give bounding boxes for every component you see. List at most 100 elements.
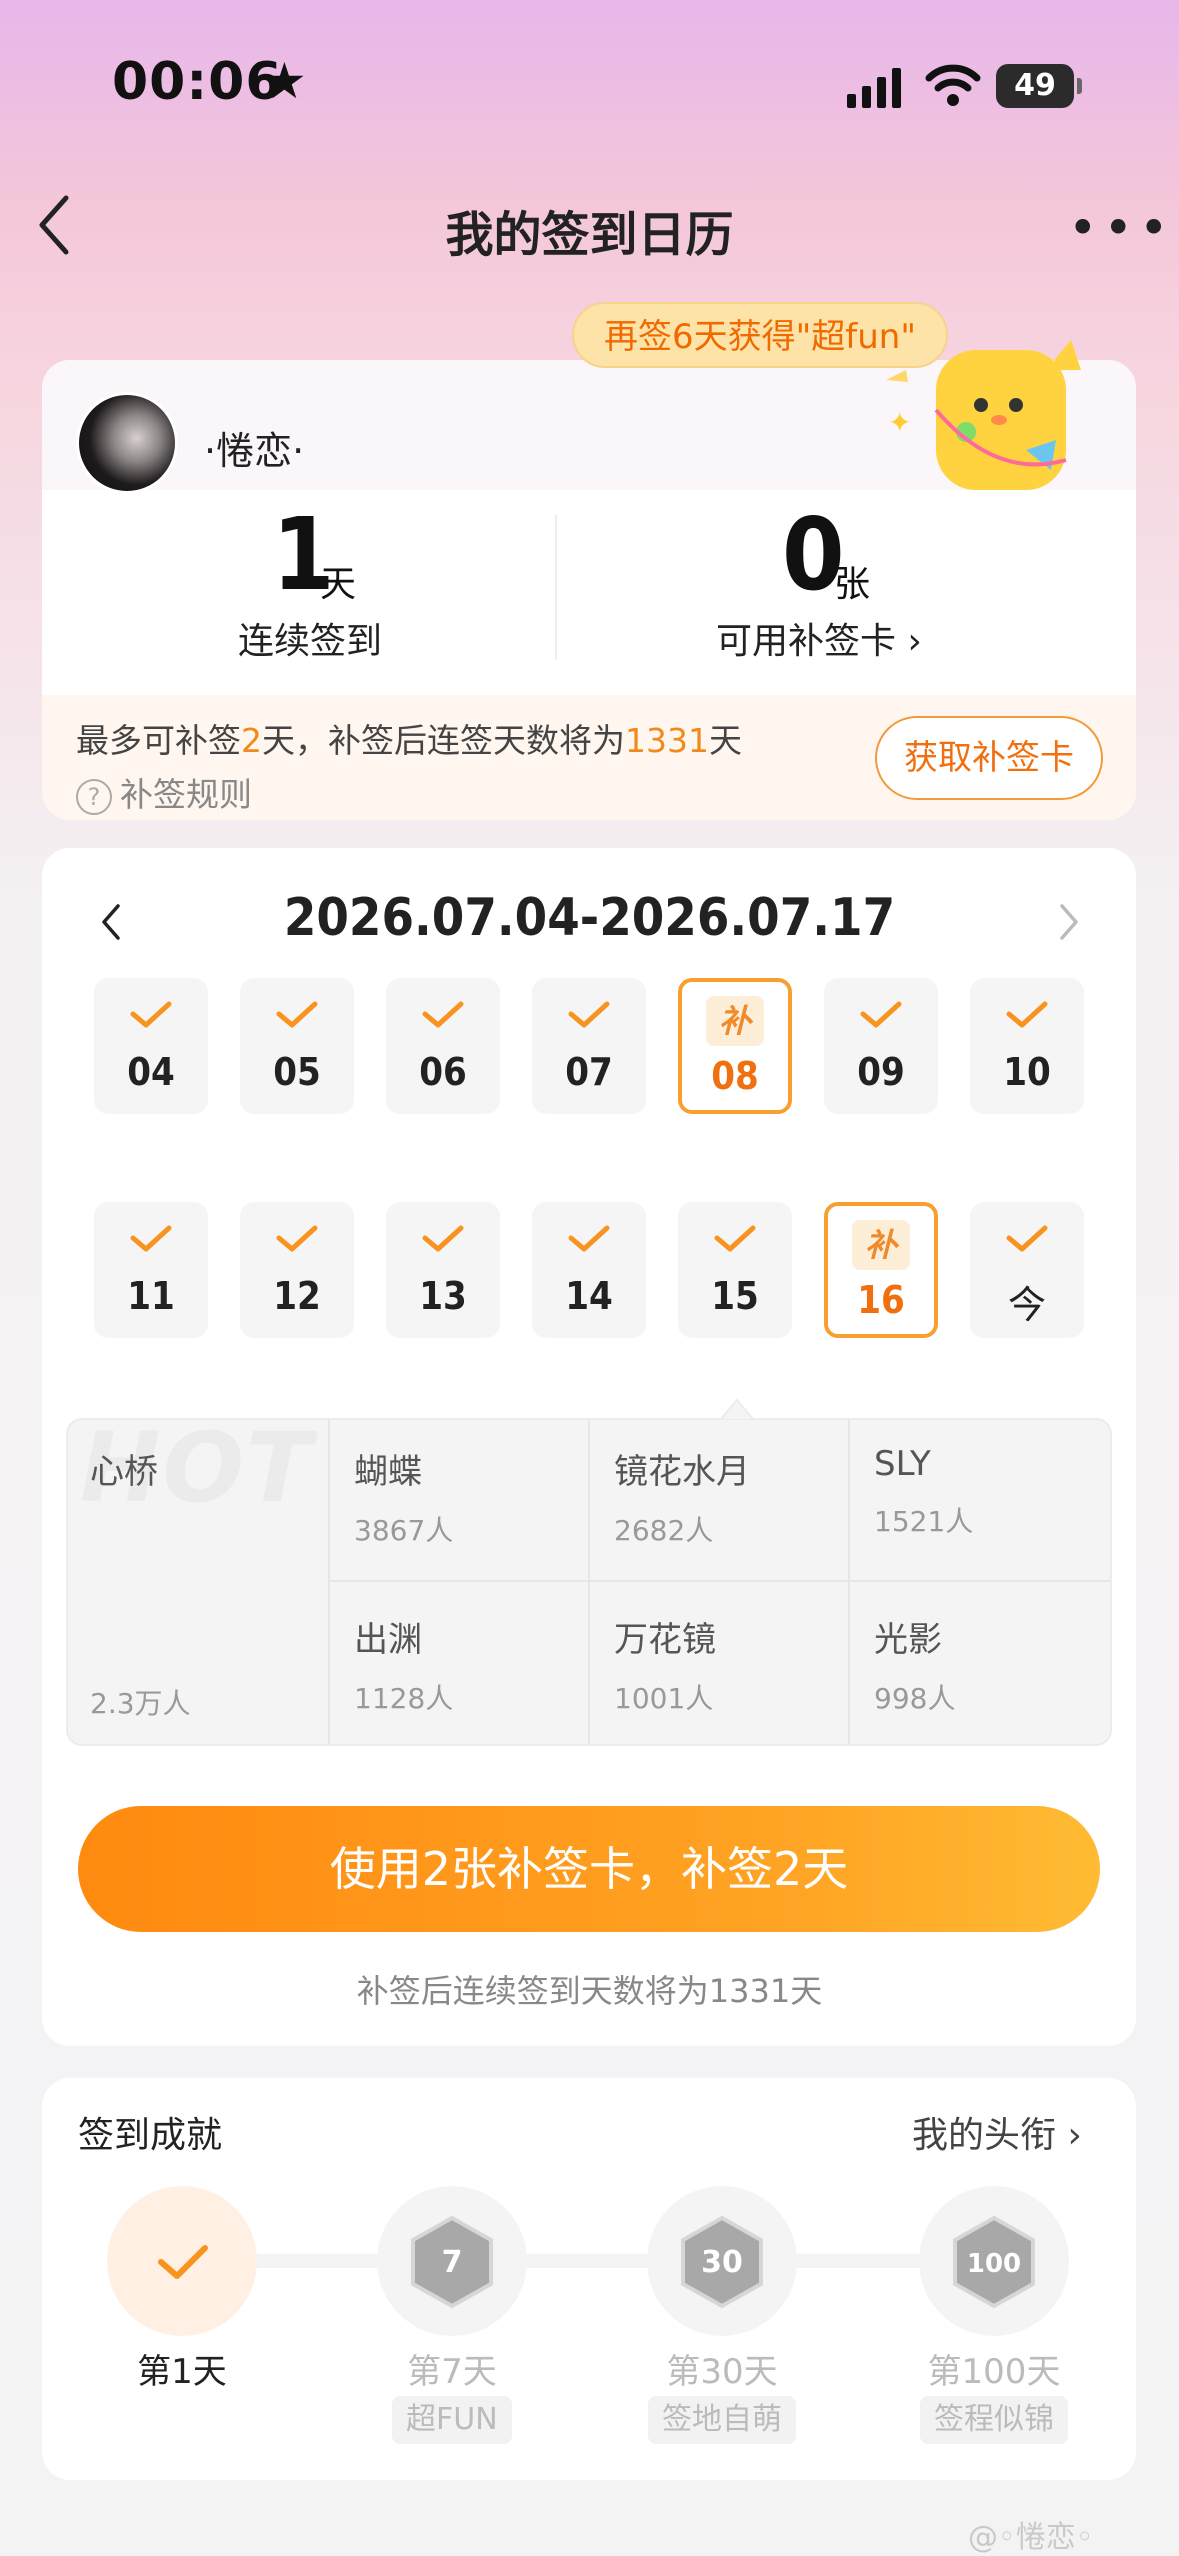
calendar-day-label: 06 <box>419 1050 467 1094</box>
checkmark-icon <box>422 1225 464 1252</box>
streak-label: 连续签到 <box>238 621 383 662</box>
mascot-icon: ✦ <box>886 340 1081 490</box>
my-titles-link[interactable]: 我的头衔 › <box>912 2106 1082 2158</box>
makeup-badge: 补 <box>852 1220 910 1270</box>
hot-first-count: 2.3万人 <box>90 1687 191 1720</box>
calendar-day-11[interactable]: 11 <box>94 1202 208 1338</box>
calendar-day-08[interactable]: 补 08 <box>678 978 792 1114</box>
svg-text:30: 30 <box>701 2245 743 2280</box>
makeup-rules-link[interactable]: ? 补签规则 <box>76 768 252 816</box>
achievement-label: 第30天 <box>666 2352 778 2392</box>
makeup-result-note: 补签后连续签到天数将为1331天 <box>356 1972 823 2010</box>
calendar-day-13[interactable]: 13 <box>386 1202 500 1338</box>
hot-title-item[interactable]: 镜花水月 2682人 <box>614 1444 844 1549</box>
hot-divider <box>330 1580 1110 1582</box>
checkmark-icon <box>714 1225 756 1252</box>
calendar-day-07[interactable]: 07 <box>532 978 646 1114</box>
calendar-day-label: 12 <box>273 1274 321 1318</box>
calendar-day-16[interactable]: 补 16 <box>824 1202 938 1338</box>
calendar-day-label: 15 <box>711 1274 759 1318</box>
calendar-day-12[interactable]: 12 <box>240 1202 354 1338</box>
achievement-badge-3[interactable]: 30 <box>647 2186 797 2336</box>
calendar-day-label: 今 <box>1007 1283 1046 1327</box>
date-range: 2026.07.04-2026.07.17 <box>283 888 896 948</box>
hot-title-name: 出渊 <box>354 1620 422 1660</box>
info-suffix: 天 <box>708 721 742 760</box>
streak-unit: 天 <box>320 564 357 605</box>
achievement-title-tag: 超FUN <box>392 2396 512 2444</box>
battery-icon: 49 <box>996 64 1082 108</box>
hot-title-item[interactable]: 万花镜 1001人 <box>614 1612 844 1717</box>
rules-label: 补签规则 <box>120 775 252 814</box>
info-prefix: 最多可补签 <box>76 721 241 760</box>
makeup-card-unit: 张 <box>834 564 871 605</box>
question-icon: ? <box>76 778 112 815</box>
more-menu-button[interactable]: ••• <box>1068 203 1174 253</box>
makeup-card-label-link[interactable]: 可用补签卡 › <box>716 612 922 664</box>
calendar-day-04[interactable]: 04 <box>94 978 208 1114</box>
stats-divider <box>555 515 557 660</box>
calendar-day-label: 05 <box>273 1050 321 1094</box>
hot-divider <box>328 1420 330 1744</box>
pointer-arrow-icon <box>720 1398 754 1420</box>
makeup-badge: 补 <box>706 996 764 1046</box>
achievement-badge-4[interactable]: 100 <box>919 2186 1069 2336</box>
star-icon: ★ <box>262 52 307 110</box>
hot-first-name: 心桥 <box>90 1452 158 1492</box>
page-title: 我的签到日历 <box>445 207 734 263</box>
achievement-badge-2[interactable]: 7 <box>377 2186 527 2336</box>
achievement-label: 第7天 <box>407 2352 497 2392</box>
hot-title-name: SLY <box>874 1444 931 1484</box>
hot-title-count: 1001人 <box>614 1682 714 1715</box>
username: ·惓恋· <box>204 429 305 473</box>
svg-text:100: 100 <box>967 2249 1021 2279</box>
calendar-day-today[interactable]: 今 <box>970 1202 1084 1338</box>
svg-text:✦: ✦ <box>888 406 911 439</box>
hot-title-count: 1521人 <box>874 1505 974 1538</box>
achievement-label: 第1天 <box>137 2352 227 2392</box>
calendar-day-label: 14 <box>565 1274 613 1318</box>
hot-title-name: 光影 <box>874 1620 942 1660</box>
checkmark-icon <box>568 1225 610 1252</box>
use-makeup-cards-button[interactable]: 使用2张补签卡，补签2天 <box>78 1806 1100 1932</box>
calendar-day-06[interactable]: 06 <box>386 978 500 1114</box>
calendar-day-15[interactable]: 15 <box>678 1202 792 1338</box>
hot-divider <box>848 1420 850 1744</box>
hot-title-item[interactable]: 光影 998人 <box>874 1612 1104 1717</box>
calendar-day-label: 08 <box>711 1054 759 1098</box>
calendar-day-05[interactable]: 05 <box>240 978 354 1114</box>
info-mid: 天，补签后连签天数将为 <box>262 721 625 760</box>
calendar-day-14[interactable]: 14 <box>532 1202 646 1338</box>
calendar-day-09[interactable]: 09 <box>824 978 938 1114</box>
calendar-day-label: 09 <box>857 1050 905 1094</box>
checkmark-icon <box>276 1225 318 1252</box>
checkmark-icon <box>860 1001 902 1028</box>
hot-title-count: 998人 <box>874 1682 956 1715</box>
calendar-day-10[interactable]: 10 <box>970 978 1084 1114</box>
locked-hexagon-badge-icon: 7 <box>411 2215 493 2309</box>
achievement-badge-1[interactable] <box>107 2186 257 2336</box>
hot-title-count: 3867人 <box>354 1514 454 1547</box>
info-days: 2 <box>241 721 262 760</box>
get-makeup-card-button[interactable]: 获取补签卡 <box>875 716 1103 800</box>
hot-divider <box>588 1420 590 1744</box>
achievement-progress-track <box>200 2254 990 2268</box>
hot-title-name: 镜花水月 <box>614 1452 750 1492</box>
achievement-title-tag: 签地自萌 <box>648 2396 796 2444</box>
svg-text:7: 7 <box>442 2245 463 2280</box>
hot-title-item[interactable]: SLY 1521人 <box>874 1444 1104 1540</box>
calendar-day-label: 04 <box>127 1050 175 1094</box>
next-week-chevron-icon[interactable] <box>1054 900 1084 944</box>
checkmark-icon <box>568 1001 610 1028</box>
hot-title-item[interactable]: 蝴蝶 3867人 <box>354 1444 584 1549</box>
checkmark-icon <box>422 1001 464 1028</box>
locked-hexagon-badge-icon: 100 <box>953 2215 1035 2309</box>
hot-title-item[interactable]: 出渊 1128人 <box>354 1612 584 1717</box>
calendar-day-label: 11 <box>127 1274 175 1318</box>
achievement-label: 第100天 <box>927 2352 1061 2392</box>
avatar[interactable] <box>76 392 178 494</box>
calendar-day-label: 16 <box>857 1278 905 1322</box>
checkmark-icon <box>1006 1225 1048 1252</box>
checkmark-icon <box>130 1225 172 1252</box>
locked-hexagon-badge-icon: 30 <box>681 2215 763 2309</box>
